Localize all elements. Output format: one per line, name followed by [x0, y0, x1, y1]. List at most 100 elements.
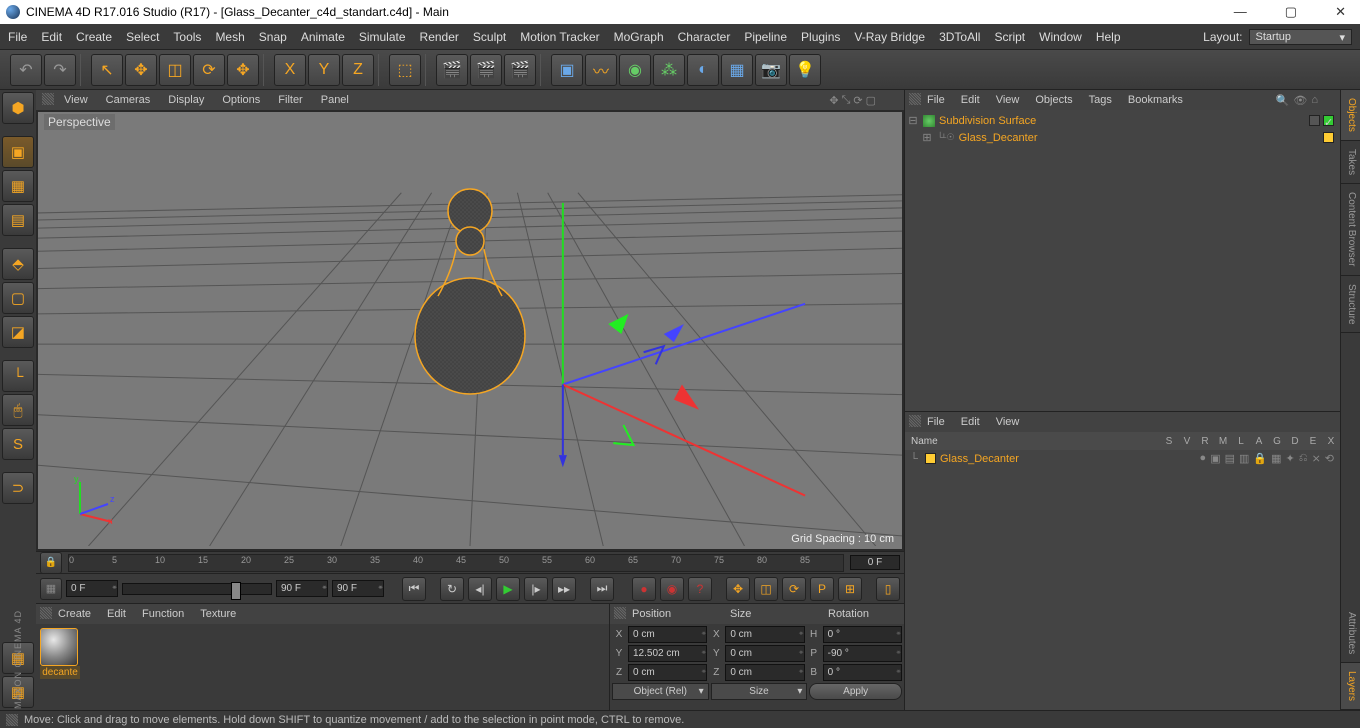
coord-mode-dropdown[interactable]: Object (Rel): [612, 683, 709, 700]
rotation-field[interactable]: 0 °: [823, 626, 902, 643]
vp-menu-view[interactable]: View: [64, 94, 88, 106]
menu-pipeline[interactable]: Pipeline: [744, 30, 787, 44]
next-key-button[interactable]: ▸▸: [552, 577, 576, 601]
y-axis-button[interactable]: Y: [308, 54, 340, 86]
mat-menu-edit[interactable]: Edit: [107, 608, 126, 620]
layer-tag-icon[interactable]: [1309, 115, 1320, 126]
render-settings-button[interactable]: 🎬: [504, 54, 536, 86]
attr-col-e[interactable]: E: [1304, 436, 1322, 447]
close-button[interactable]: ✕: [1327, 4, 1354, 20]
attr-col-l[interactable]: L: [1232, 436, 1250, 447]
collapse-icon[interactable]: ⊟: [907, 114, 919, 127]
attr-flag-icon[interactable]: ⟲: [1325, 452, 1334, 465]
axis-button[interactable]: └: [2, 360, 34, 392]
redo-button[interactable]: ↷: [44, 54, 76, 86]
menu-script[interactable]: Script: [994, 30, 1025, 44]
menu-file[interactable]: File: [8, 30, 27, 44]
menu-motion-tracker[interactable]: Motion Tracker: [520, 30, 599, 44]
prev-frame-button[interactable]: ◂|: [468, 577, 492, 601]
obj-menu-objects[interactable]: Objects: [1035, 94, 1072, 106]
attr-col-s[interactable]: S: [1160, 436, 1178, 447]
attr-row[interactable]: └ Glass_Decanter ● ▣ ▤ ▥ 🔒 ▦ ✦ ⎌ ⨯: [907, 452, 1338, 465]
play-button[interactable]: ▶: [496, 577, 520, 601]
vp-menu-display[interactable]: Display: [168, 94, 204, 106]
attr-col-g[interactable]: G: [1268, 436, 1286, 447]
pla-key-button[interactable]: ⊞: [838, 577, 862, 601]
scale-key-button[interactable]: ◫: [754, 577, 778, 601]
side-tab-objects[interactable]: Objects: [1341, 90, 1360, 141]
menu-render[interactable]: Render: [420, 30, 459, 44]
mat-menu-texture[interactable]: Texture: [200, 608, 236, 620]
attr-menu-view[interactable]: View: [996, 416, 1020, 428]
add-environment-button[interactable]: ▦: [721, 54, 753, 86]
render-region-button[interactable]: 🎬: [470, 54, 502, 86]
vp-menu-cameras[interactable]: Cameras: [106, 94, 151, 106]
add-light-button[interactable]: 💡: [789, 54, 821, 86]
vp-maximize-icon[interactable]: ▢: [866, 94, 876, 107]
magnet-button[interactable]: ⊃: [2, 472, 34, 504]
vp-zoom-icon[interactable]: ⤡: [842, 94, 851, 107]
add-spline-button[interactable]: 〰: [585, 54, 617, 86]
apply-button[interactable]: Apply: [809, 683, 902, 700]
edges-mode-button[interactable]: ▢: [2, 282, 34, 314]
make-editable-button[interactable]: ⬢: [2, 92, 34, 124]
rotation-field[interactable]: -90 °: [823, 645, 902, 662]
param-key-button[interactable]: P: [810, 577, 834, 601]
scale-tool[interactable]: ◫: [159, 54, 191, 86]
frame-range-slider[interactable]: [122, 583, 272, 595]
menu-plugins[interactable]: Plugins: [801, 30, 840, 44]
menu-character[interactable]: Character: [678, 30, 731, 44]
loop-button[interactable]: ↻: [440, 577, 464, 601]
next-frame-button[interactable]: |▸: [524, 577, 548, 601]
viewport-3d[interactable]: Perspective: [36, 110, 904, 551]
menu-help[interactable]: Help: [1096, 30, 1121, 44]
attr-menu-file[interactable]: File: [927, 416, 945, 428]
rot-key-button[interactable]: ⟳: [782, 577, 806, 601]
tree-row-subdiv[interactable]: ⊟ Subdivision Surface ✓: [907, 112, 1338, 129]
start-frame-field[interactable]: 0 F: [66, 580, 118, 597]
vp-nav-icon[interactable]: ✥: [829, 94, 838, 107]
menu-animate[interactable]: Animate: [301, 30, 345, 44]
menu-vray-bridge[interactable]: V-Ray Bridge: [854, 30, 925, 44]
vp-rotate-icon[interactable]: ⟳: [853, 94, 862, 107]
snap-button[interactable]: S: [2, 428, 34, 460]
side-tab-structure[interactable]: Structure: [1341, 276, 1360, 334]
go-start-button[interactable]: ⏮: [402, 577, 426, 601]
menu-edit[interactable]: Edit: [41, 30, 62, 44]
attr-col-r[interactable]: R: [1196, 436, 1214, 447]
polygons-mode-button[interactable]: ◪: [2, 316, 34, 348]
material-tag-icon[interactable]: [1323, 132, 1334, 143]
size-mode-dropdown[interactable]: Size: [711, 683, 808, 700]
animation-layout-button[interactable]: ▯: [876, 577, 900, 601]
menu-mograph[interactable]: MoGraph: [614, 30, 664, 44]
menu-create[interactable]: Create: [76, 30, 112, 44]
side-tab-layers[interactable]: Layers: [1341, 663, 1360, 710]
obj-menu-bookmarks[interactable]: Bookmarks: [1128, 94, 1183, 106]
menu-select[interactable]: Select: [126, 30, 159, 44]
mat-menu-create[interactable]: Create: [58, 608, 91, 620]
layer-color-icon[interactable]: [925, 453, 936, 464]
move-tool[interactable]: ✥: [125, 54, 157, 86]
side-tab-takes[interactable]: Takes: [1341, 141, 1360, 184]
points-mode-button[interactable]: ⬘: [2, 248, 34, 280]
attr-flag-icon[interactable]: ▤: [1225, 452, 1235, 465]
tree-row-mesh[interactable]: ⊞ └ᴸ☉ Glass_Decanter: [907, 129, 1338, 146]
minimize-button[interactable]: —: [1226, 4, 1255, 20]
model-mode-button[interactable]: ▣: [2, 136, 34, 168]
add-cube-button[interactable]: ▣: [551, 54, 583, 86]
go-end-button[interactable]: ⏭: [590, 577, 614, 601]
side-tab-attributes[interactable]: Attributes: [1341, 604, 1360, 663]
end-frame-field-2[interactable]: 90 F: [332, 580, 384, 597]
material-swatch[interactable]: decante: [40, 628, 80, 706]
vp-menu-options[interactable]: Options: [222, 94, 260, 106]
size-field[interactable]: 0 cm: [725, 645, 804, 662]
autokey-button[interactable]: ◉: [660, 577, 684, 601]
record-button[interactable]: ●: [632, 577, 656, 601]
vp-menu-panel[interactable]: Panel: [321, 94, 349, 106]
mat-menu-function[interactable]: Function: [142, 608, 184, 620]
attr-col-d[interactable]: D: [1286, 436, 1304, 447]
position-field[interactable]: 0 cm: [628, 664, 707, 681]
eye-icon[interactable]: 👁: [1293, 94, 1307, 107]
object-tree[interactable]: ⊟ Subdivision Surface ✓ ⊞ └ᴸ☉ Glass_Deca…: [905, 110, 1340, 411]
texture-mode-button[interactable]: ▦: [2, 170, 34, 202]
